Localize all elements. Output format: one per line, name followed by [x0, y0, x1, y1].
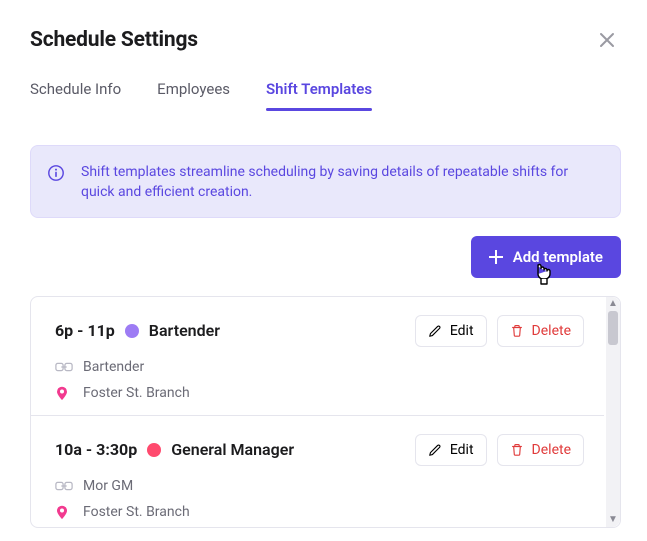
template-chain-label: Mor GM	[83, 478, 133, 494]
scroll-track[interactable]	[606, 311, 620, 513]
template-location: Foster St. Branch	[83, 385, 190, 401]
template-title: 10a - 3:30p General Manager	[55, 440, 294, 459]
tabs: Schedule Info Employees Shift Templates	[30, 80, 621, 111]
template-row: 6p - 11p Bartender Edit	[31, 297, 604, 416]
template-location: Foster St. Branch	[83, 504, 190, 520]
role-color-dot	[147, 443, 161, 457]
trash-icon	[510, 324, 524, 338]
info-banner-text: Shift templates streamline scheduling by…	[81, 162, 602, 203]
template-role: Bartender	[149, 321, 220, 340]
info-banner: Shift templates streamline scheduling by…	[30, 145, 621, 218]
delete-label: Delete	[532, 442, 571, 458]
scrollbar[interactable]: ▲ ▼	[606, 297, 620, 527]
template-time: 6p - 11p	[55, 321, 115, 340]
edit-button[interactable]: Edit	[415, 434, 487, 466]
scroll-down-arrow-icon[interactable]: ▼	[608, 513, 618, 527]
scroll-up-arrow-icon[interactable]: ▲	[608, 297, 618, 311]
template-role: General Manager	[171, 440, 294, 459]
pin-icon	[55, 385, 73, 401]
template-list: 6p - 11p Bartender Edit	[30, 296, 621, 528]
delete-label: Delete	[532, 323, 571, 339]
plus-icon	[489, 250, 503, 264]
tab-schedule-info[interactable]: Schedule Info	[30, 80, 121, 110]
close-button[interactable]	[593, 26, 621, 54]
edit-label: Edit	[450, 323, 474, 339]
tab-shift-templates[interactable]: Shift Templates	[266, 80, 372, 110]
add-template-button[interactable]: Add template	[471, 236, 621, 278]
add-template-label: Add template	[513, 248, 603, 266]
edit-button[interactable]: Edit	[415, 315, 487, 347]
template-title: 6p - 11p Bartender	[55, 321, 220, 340]
pin-icon	[55, 504, 73, 520]
template-time: 10a - 3:30p	[55, 440, 137, 459]
trash-icon	[510, 443, 524, 457]
template-chain-label: Bartender	[83, 359, 144, 375]
edit-label: Edit	[450, 442, 474, 458]
delete-button[interactable]: Delete	[497, 315, 584, 347]
chain-icon	[55, 360, 73, 374]
delete-button[interactable]: Delete	[497, 434, 584, 466]
role-color-dot	[125, 324, 139, 338]
pencil-icon	[428, 324, 442, 338]
pencil-icon	[428, 443, 442, 457]
tab-employees[interactable]: Employees	[157, 80, 230, 110]
info-icon	[47, 164, 67, 203]
page-title: Schedule Settings	[30, 28, 198, 52]
chain-icon	[55, 479, 73, 493]
template-row: 10a - 3:30p General Manager Edit	[31, 416, 604, 527]
close-icon	[599, 32, 615, 48]
scroll-thumb[interactable]	[608, 311, 618, 345]
